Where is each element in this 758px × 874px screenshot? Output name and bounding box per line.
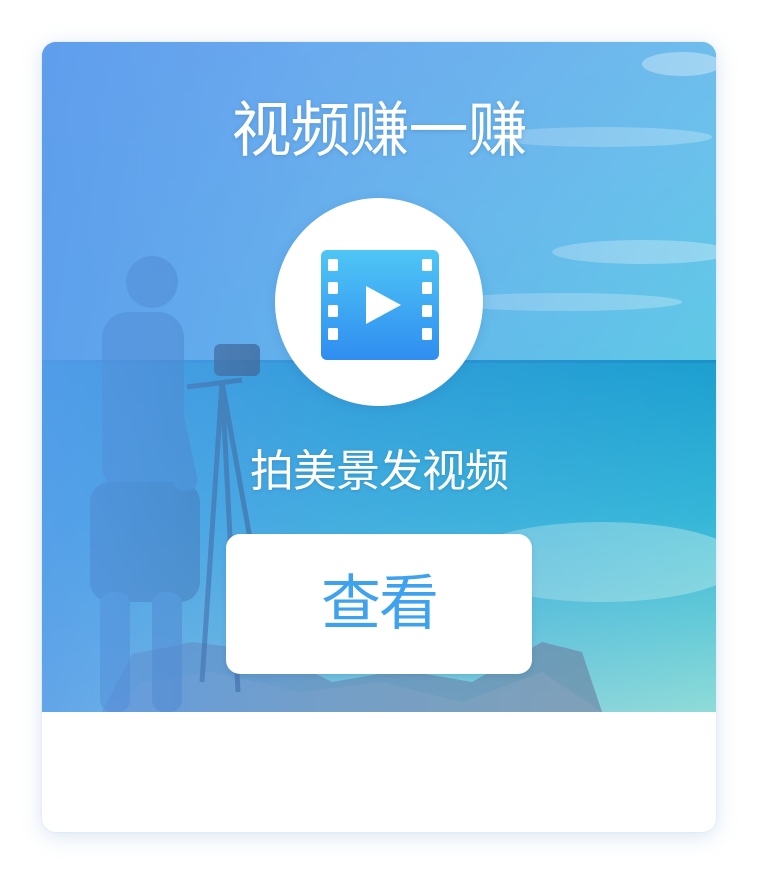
video-earn-card[interactable]: 视频赚一赚 拍美景发视频 查看 [42, 42, 716, 832]
card-footer [42, 712, 716, 832]
hero-banner: 视频赚一赚 拍美景发视频 查看 [42, 42, 716, 712]
video-icon-badge [275, 198, 483, 406]
view-button[interactable]: 查看 [226, 534, 532, 674]
card-subtitle: 拍美景发视频 [250, 446, 509, 497]
card-title: 视频赚一赚 [231, 96, 528, 166]
page: 视频赚一赚 拍美景发视频 查看 [0, 0, 758, 874]
video-film-icon [321, 250, 439, 360]
